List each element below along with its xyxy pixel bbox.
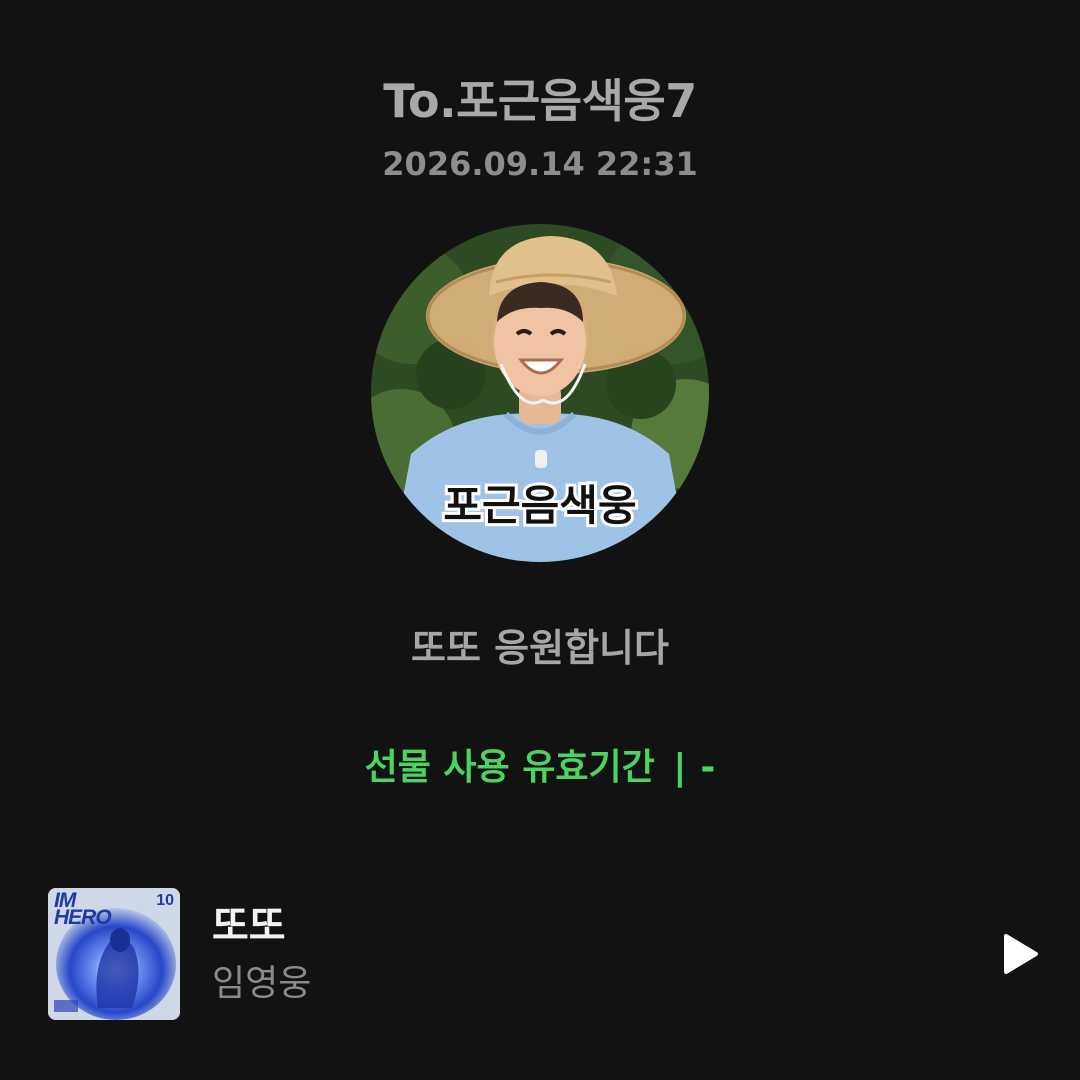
gift-message: 또또 응원합니다: [411, 626, 669, 670]
play-button[interactable]: [998, 932, 1042, 976]
validity-value: -: [700, 747, 716, 788]
recipient-title: To.포근음색웅7: [383, 74, 697, 128]
validity-label: 선물 사용 유효기간: [364, 747, 655, 788]
album-art-number: 10: [156, 892, 174, 909]
track-title: 또또: [212, 903, 286, 949]
message-header: To.포근음색웅7 2026.09.14 22:31: [0, 68, 1080, 188]
track-artist: 임영웅: [212, 963, 312, 1004]
gift-validity: 선물 사용 유효기간 | -: [0, 740, 1080, 796]
album-art: IM HERO 10: [48, 888, 180, 1020]
play-icon: [1004, 934, 1038, 974]
album-art-title: IM HERO: [54, 889, 112, 929]
profile-avatar: 포근음색웅: [371, 224, 709, 562]
validity-separator: |: [673, 747, 687, 788]
sent-timestamp: 2026.09.14 22:31: [382, 145, 698, 183]
track-row[interactable]: IM HERO 10 또또 임영웅: [48, 888, 1048, 1020]
avatar-caption: 포근음색웅: [443, 481, 636, 530]
